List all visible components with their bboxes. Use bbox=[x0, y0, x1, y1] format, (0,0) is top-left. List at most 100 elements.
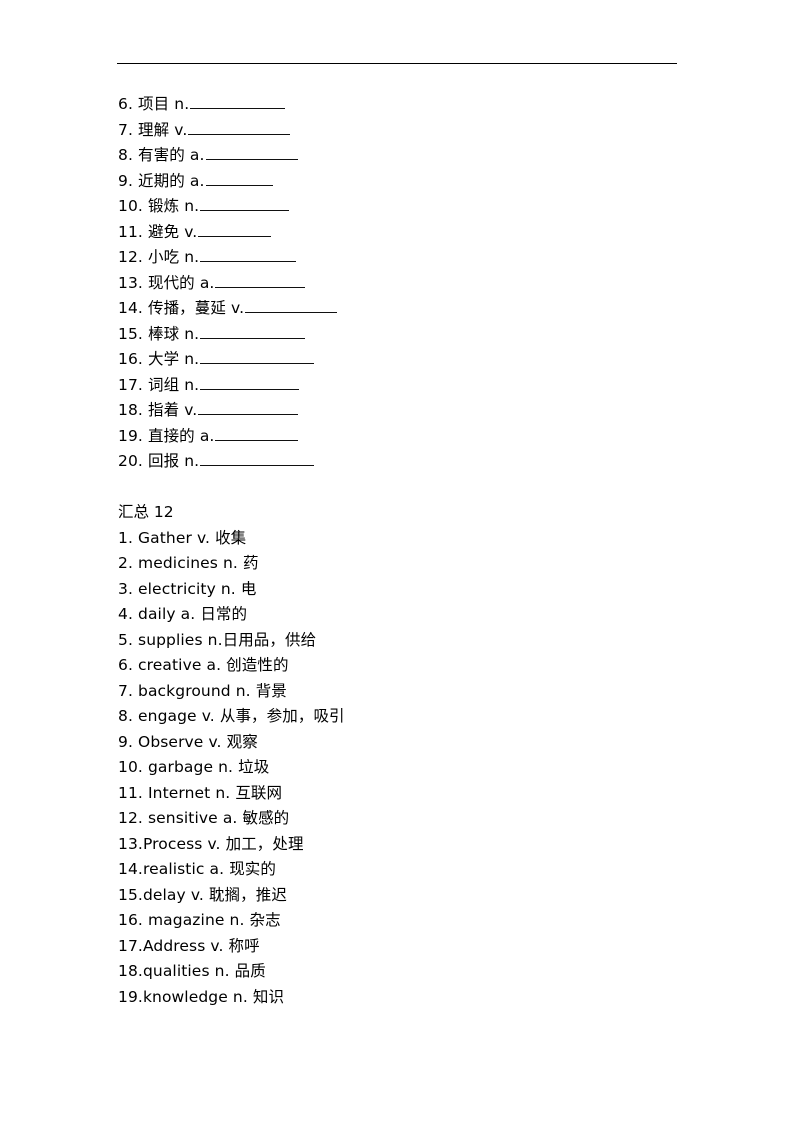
exercise-item-number: 7. bbox=[118, 120, 133, 139]
exercise-item-term: 项目 bbox=[138, 95, 170, 113]
exercise-item-number: 17. bbox=[118, 375, 143, 394]
exercise-item-answer-blank[interactable] bbox=[215, 427, 299, 441]
exercise-item: 11. 避免 v. bbox=[118, 220, 738, 246]
exercise-item-part-of-speech: a. bbox=[199, 426, 215, 445]
exercise-item-number: 12. bbox=[118, 248, 143, 266]
exercise-item-number: 8. bbox=[118, 146, 133, 164]
exercise-item-answer-blank[interactable] bbox=[200, 452, 315, 466]
exercise-item-answer-blank[interactable] bbox=[215, 274, 306, 288]
document-body: 6. 项目 n. 7. 理解 v. 8. 有害的 a. 9. 近期的 a. 10. 锻炼… bbox=[118, 92, 738, 1010]
exercise-item-answer-blank[interactable] bbox=[200, 376, 300, 390]
exercise-item: 10. 锻炼 n. bbox=[118, 194, 738, 220]
exercise-item: 8. 有害的 a. bbox=[118, 143, 738, 169]
exercise-item-part-of-speech: a. bbox=[189, 171, 205, 190]
answer-key-item: 15.delay v. 耽搁，推迟 bbox=[118, 885, 287, 904]
vocabulary-exercise-list: 6. 项目 n. 7. 理解 v. 8. 有害的 a. 9. 近期的 a. 10. 锻炼… bbox=[118, 92, 738, 475]
exercise-item-term: 理解 bbox=[138, 120, 170, 139]
exercise-item-part-of-speech: v. bbox=[184, 401, 198, 419]
exercise-item-number: 14. bbox=[118, 299, 143, 317]
exercise-item-term: 现代的 bbox=[147, 273, 195, 292]
exercise-item-part-of-speech: v. bbox=[174, 120, 188, 139]
exercise-item-number: 13. bbox=[118, 273, 143, 292]
exercise-item-number: 10. bbox=[118, 197, 143, 215]
answer-key-item: 3. electricity n. 电 bbox=[118, 579, 257, 598]
exercise-item-answer-blank[interactable] bbox=[200, 350, 315, 364]
answer-key-item: 7. background n. 背景 bbox=[118, 681, 287, 700]
exercise-item-answer-blank[interactable] bbox=[205, 172, 273, 186]
document-page: 6. 项目 n. 7. 理解 v. 8. 有害的 a. 9. 近期的 a. 10. 锻炼… bbox=[0, 0, 794, 1123]
exercise-item-term: 大学 bbox=[147, 350, 180, 368]
exercise-item-answer-blank[interactable] bbox=[200, 248, 297, 262]
exercise-item-answer-blank[interactable] bbox=[200, 325, 306, 339]
exercise-item-number: 16. bbox=[118, 350, 143, 368]
exercise-item: 18. 指着 v. bbox=[118, 398, 738, 424]
answer-key-list: 1. Gather v. 收集 2. medicines n. 药 3. elect… bbox=[118, 526, 738, 1011]
header-horizontal-rule bbox=[117, 63, 677, 64]
exercise-item-part-of-speech: a. bbox=[189, 146, 205, 164]
exercise-item-term: 锻炼 bbox=[147, 197, 180, 215]
exercise-item: 16. 大学 n. bbox=[118, 347, 738, 373]
exercise-item-part-of-speech: n. bbox=[184, 197, 200, 215]
exercise-item-part-of-speech: v. bbox=[231, 299, 245, 317]
exercise-item: 15. 棒球 n. bbox=[118, 322, 738, 348]
answer-key-item: 14.realistic a. 现实的 bbox=[118, 860, 276, 878]
exercise-item-answer-blank[interactable] bbox=[190, 95, 286, 109]
answer-key-item: 12. sensitive a. 敏感的 bbox=[118, 809, 290, 827]
exercise-item-answer-blank[interactable] bbox=[198, 401, 299, 415]
answer-key-item: 9. Observe v. 观察 bbox=[118, 732, 258, 751]
exercise-item-number: 18. bbox=[118, 401, 143, 419]
exercise-item-number: 11. bbox=[118, 222, 143, 241]
answer-key-item: 1. Gather v. 收集 bbox=[118, 528, 247, 547]
exercise-item-term: 棒球 bbox=[147, 324, 180, 343]
answer-key-item: 19.knowledge n. 知识 bbox=[118, 987, 285, 1006]
exercise-item: 13. 现代的 a. bbox=[118, 271, 738, 297]
answer-key-item: 10. garbage n. 垃圾 bbox=[118, 758, 270, 776]
exercise-item-number: 9. bbox=[118, 171, 133, 190]
exercise-item: 6. 项目 n. bbox=[118, 92, 738, 118]
exercise-item: 14. 传播，蔓延 v. bbox=[118, 296, 738, 322]
answer-key-item: 8. engage v. 从事，参加，吸引 bbox=[118, 707, 345, 725]
exercise-item-part-of-speech: n. bbox=[184, 375, 200, 394]
answer-key-item: 18.qualities n. 品质 bbox=[118, 962, 266, 980]
exercise-item-part-of-speech: n. bbox=[184, 324, 200, 343]
exercise-item: 9. 近期的 a. bbox=[118, 169, 738, 195]
exercise-item-term: 小吃 bbox=[147, 248, 180, 266]
answer-key-item: 16. magazine n. 杂志 bbox=[118, 911, 281, 929]
exercise-item: 20. 回报 n. bbox=[118, 449, 738, 475]
exercise-item: 7. 理解 v. bbox=[118, 118, 738, 144]
exercise-item-term: 回报 bbox=[147, 452, 180, 470]
answer-key-item: 11. Internet n. 互联网 bbox=[118, 783, 283, 802]
answer-key-item: 13.Process v. 加工，处理 bbox=[118, 834, 304, 853]
exercise-item-term: 有害的 bbox=[138, 146, 185, 164]
exercise-item: 17. 词组 n. bbox=[118, 373, 738, 399]
exercise-item-term: 直接的 bbox=[147, 426, 195, 445]
exercise-item-part-of-speech: a. bbox=[199, 273, 215, 292]
answer-key-item: 6. creative a. 创造性的 bbox=[118, 656, 289, 674]
answer-key-item: 4. daily a. 日常的 bbox=[118, 605, 248, 623]
exercise-item-answer-blank[interactable] bbox=[200, 197, 290, 211]
exercise-item-part-of-speech: v. bbox=[184, 222, 198, 241]
answer-key-item: 5. supplies n.日用品，供给 bbox=[118, 630, 317, 649]
exercise-item-term: 词组 bbox=[147, 375, 180, 394]
answer-key-item: 2. medicines n. 药 bbox=[118, 554, 259, 572]
exercise-item-number: 15. bbox=[118, 324, 143, 343]
exercise-item-answer-blank[interactable] bbox=[245, 299, 338, 313]
exercise-item: 12. 小吃 n. bbox=[118, 245, 738, 271]
answer-key-title: 汇总 12 bbox=[118, 503, 174, 521]
exercise-item-part-of-speech: n. bbox=[184, 452, 200, 470]
exercise-item: 19. 直接的 a. bbox=[118, 424, 738, 450]
exercise-item-answer-blank[interactable] bbox=[188, 121, 291, 135]
exercise-item-term: 避免 bbox=[147, 222, 180, 241]
exercise-item-number: 6. bbox=[118, 95, 133, 113]
exercise-item-term: 传播，蔓延 bbox=[147, 299, 226, 317]
exercise-item-part-of-speech: n. bbox=[184, 248, 200, 266]
exercise-item-number: 19. bbox=[118, 426, 143, 445]
answer-key-item: 17.Address v. 称呼 bbox=[118, 936, 260, 955]
exercise-item-term: 指着 bbox=[147, 401, 180, 419]
exercise-item-part-of-speech: n. bbox=[174, 95, 190, 113]
exercise-item-answer-blank[interactable] bbox=[205, 146, 298, 160]
exercise-item-term: 近期的 bbox=[138, 171, 185, 190]
exercise-item-answer-blank[interactable] bbox=[198, 223, 272, 237]
exercise-item-number: 20. bbox=[118, 452, 143, 470]
